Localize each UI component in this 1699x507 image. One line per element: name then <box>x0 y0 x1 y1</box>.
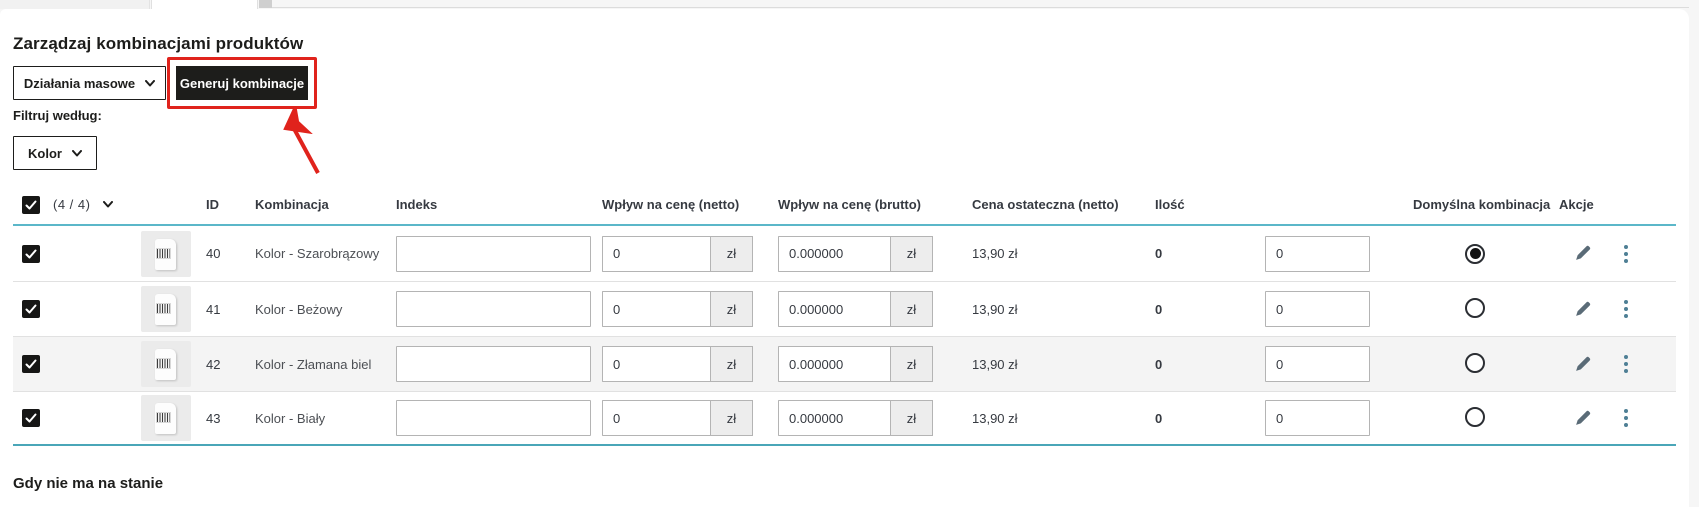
default-combination-radio[interactable] <box>1465 406 1485 427</box>
index-input[interactable] <box>396 400 591 436</box>
bulk-actions-dropdown[interactable]: Działania masowe <box>13 66 166 100</box>
stock-value: 0 <box>1155 246 1163 261</box>
row-checkbox[interactable] <box>22 355 40 373</box>
quantity-input[interactable] <box>1265 235 1370 272</box>
bulk-actions-label: Działania masowe <box>23 75 136 91</box>
chevron-down-icon <box>71 149 82 156</box>
currency-addon: zł <box>890 346 933 382</box>
combination-name: Kolor - Złamana biel <box>255 356 372 372</box>
col-header-combination: Kombinacja <box>255 197 329 212</box>
col-header-impact-netto: Wpływ na cenę (netto) <box>602 197 740 212</box>
edit-pencil-icon[interactable] <box>1574 245 1591 262</box>
filter-by-label: Filtruj według: <box>13 108 102 123</box>
col-header-impact-brutto: Wpływ na cenę (brutto) <box>778 197 921 212</box>
kebab-menu-icon[interactable] <box>1624 355 1628 373</box>
combination-id: 42 <box>206 356 221 372</box>
currency-addon: zł <box>710 400 753 436</box>
default-combination-radio[interactable] <box>1465 297 1485 318</box>
col-header-default: Domyślna kombinacja <box>1413 197 1551 212</box>
product-thumbnail <box>141 230 191 277</box>
impact-brutto-input[interactable] <box>778 291 890 327</box>
stock-value: 0 <box>1155 301 1163 317</box>
edit-pencil-icon[interactable] <box>1574 356 1591 373</box>
table-header-row: (4 / 4) ID Kombinacja Indeks Wpływ na ce… <box>13 185 1676 226</box>
stock-value: 0 <box>1155 410 1163 426</box>
col-header-stock: Ilość <box>1155 197 1185 212</box>
combination-name: Kolor - Szarobrązowy <box>255 246 380 261</box>
quantity-input[interactable] <box>1265 291 1370 327</box>
page-title: Zarządzaj kombinacjami produktów <box>13 34 304 53</box>
product-thumbnail <box>141 395 191 441</box>
impact-brutto-input[interactable] <box>778 400 890 436</box>
edit-pencil-icon[interactable] <box>1574 410 1591 427</box>
index-input[interactable] <box>396 291 591 327</box>
table-row: 41 Kolor - Beżowy zł zł 13,90 zł 0 <box>13 281 1676 336</box>
tabs-bottom-border <box>272 7 1689 8</box>
col-header-index: Indeks <box>396 197 438 212</box>
annotation-highlight-box: Generuj kombinacje <box>167 57 317 109</box>
out-of-stock-section-heading: Gdy nie ma na stanie <box>13 475 164 492</box>
currency-addon: zł <box>710 291 753 327</box>
stock-value: 0 <box>1155 356 1163 372</box>
col-header-id: ID <box>206 197 219 212</box>
table-row: 40 Kolor - Szarobrązowy zł zł 13,90 zł 0 <box>13 226 1676 281</box>
product-thumbnail <box>141 286 191 332</box>
combination-id: 43 <box>206 410 221 426</box>
impact-netto-input[interactable] <box>602 346 710 382</box>
impact-netto-input[interactable] <box>602 235 710 272</box>
select-all-checkbox[interactable] <box>22 195 40 214</box>
currency-addon: zł <box>710 235 753 272</box>
tab-edge <box>259 0 272 8</box>
col-header-actions: Akcje <box>1559 197 1594 212</box>
product-tabs-strip <box>0 0 1699 10</box>
tab-inactive[interactable] <box>0 0 150 9</box>
combination-id: 40 <box>206 246 221 261</box>
table-row: 42 Kolor - Złamana biel zł zł 13,90 zł 0 <box>13 336 1676 391</box>
combinations-panel: Zarządzaj kombinacjami produktów Działan… <box>0 9 1689 507</box>
index-input[interactable] <box>396 346 591 382</box>
currency-addon: zł <box>710 346 753 382</box>
edit-pencil-icon[interactable] <box>1574 301 1591 318</box>
index-input[interactable] <box>396 235 591 272</box>
impact-brutto-input[interactable] <box>778 235 890 272</box>
impact-brutto-input[interactable] <box>778 346 890 382</box>
combination-name: Kolor - Beżowy <box>255 301 343 317</box>
currency-addon: zł <box>890 235 933 272</box>
combination-id: 41 <box>206 301 221 317</box>
kebab-menu-icon[interactable] <box>1624 409 1628 427</box>
row-checkbox[interactable] <box>22 244 40 263</box>
filter-attribute-dropdown[interactable]: Kolor <box>13 136 97 170</box>
row-checkbox[interactable] <box>22 300 40 318</box>
chevron-down-icon <box>145 79 156 86</box>
final-price: 13,90 zł <box>972 356 1018 372</box>
generate-combinations-button[interactable]: Generuj kombinacje <box>176 66 308 100</box>
annotation-arrow <box>283 107 320 174</box>
kebab-menu-icon[interactable] <box>1624 244 1628 263</box>
col-header-final-price: Cena ostateczna (netto) <box>972 197 1119 212</box>
combinations-table: (4 / 4) ID Kombinacja Indeks Wpływ na ce… <box>13 185 1676 446</box>
default-combination-radio[interactable] <box>1465 352 1485 373</box>
final-price: 13,90 zł <box>972 246 1018 261</box>
impact-netto-input[interactable] <box>602 400 710 436</box>
combination-name: Kolor - Biały <box>255 410 326 426</box>
quantity-input[interactable] <box>1265 400 1370 436</box>
chevron-down-icon[interactable] <box>103 201 114 208</box>
filter-selected-value: Kolor <box>28 145 62 161</box>
final-price: 13,90 zł <box>972 301 1018 317</box>
kebab-menu-icon[interactable] <box>1624 300 1628 318</box>
default-combination-radio[interactable] <box>1465 243 1485 264</box>
product-thumbnail <box>141 341 191 387</box>
quantity-input[interactable] <box>1265 346 1370 382</box>
impact-netto-input[interactable] <box>602 291 710 327</box>
currency-addon: zł <box>890 400 933 436</box>
selection-count: (4 / 4) <box>53 197 91 212</box>
currency-addon: zł <box>890 291 933 327</box>
final-price: 13,90 zł <box>972 410 1018 426</box>
row-checkbox[interactable] <box>22 409 40 427</box>
table-row: 43 Kolor - Biały zł zł 13,90 zł 0 <box>13 391 1676 446</box>
